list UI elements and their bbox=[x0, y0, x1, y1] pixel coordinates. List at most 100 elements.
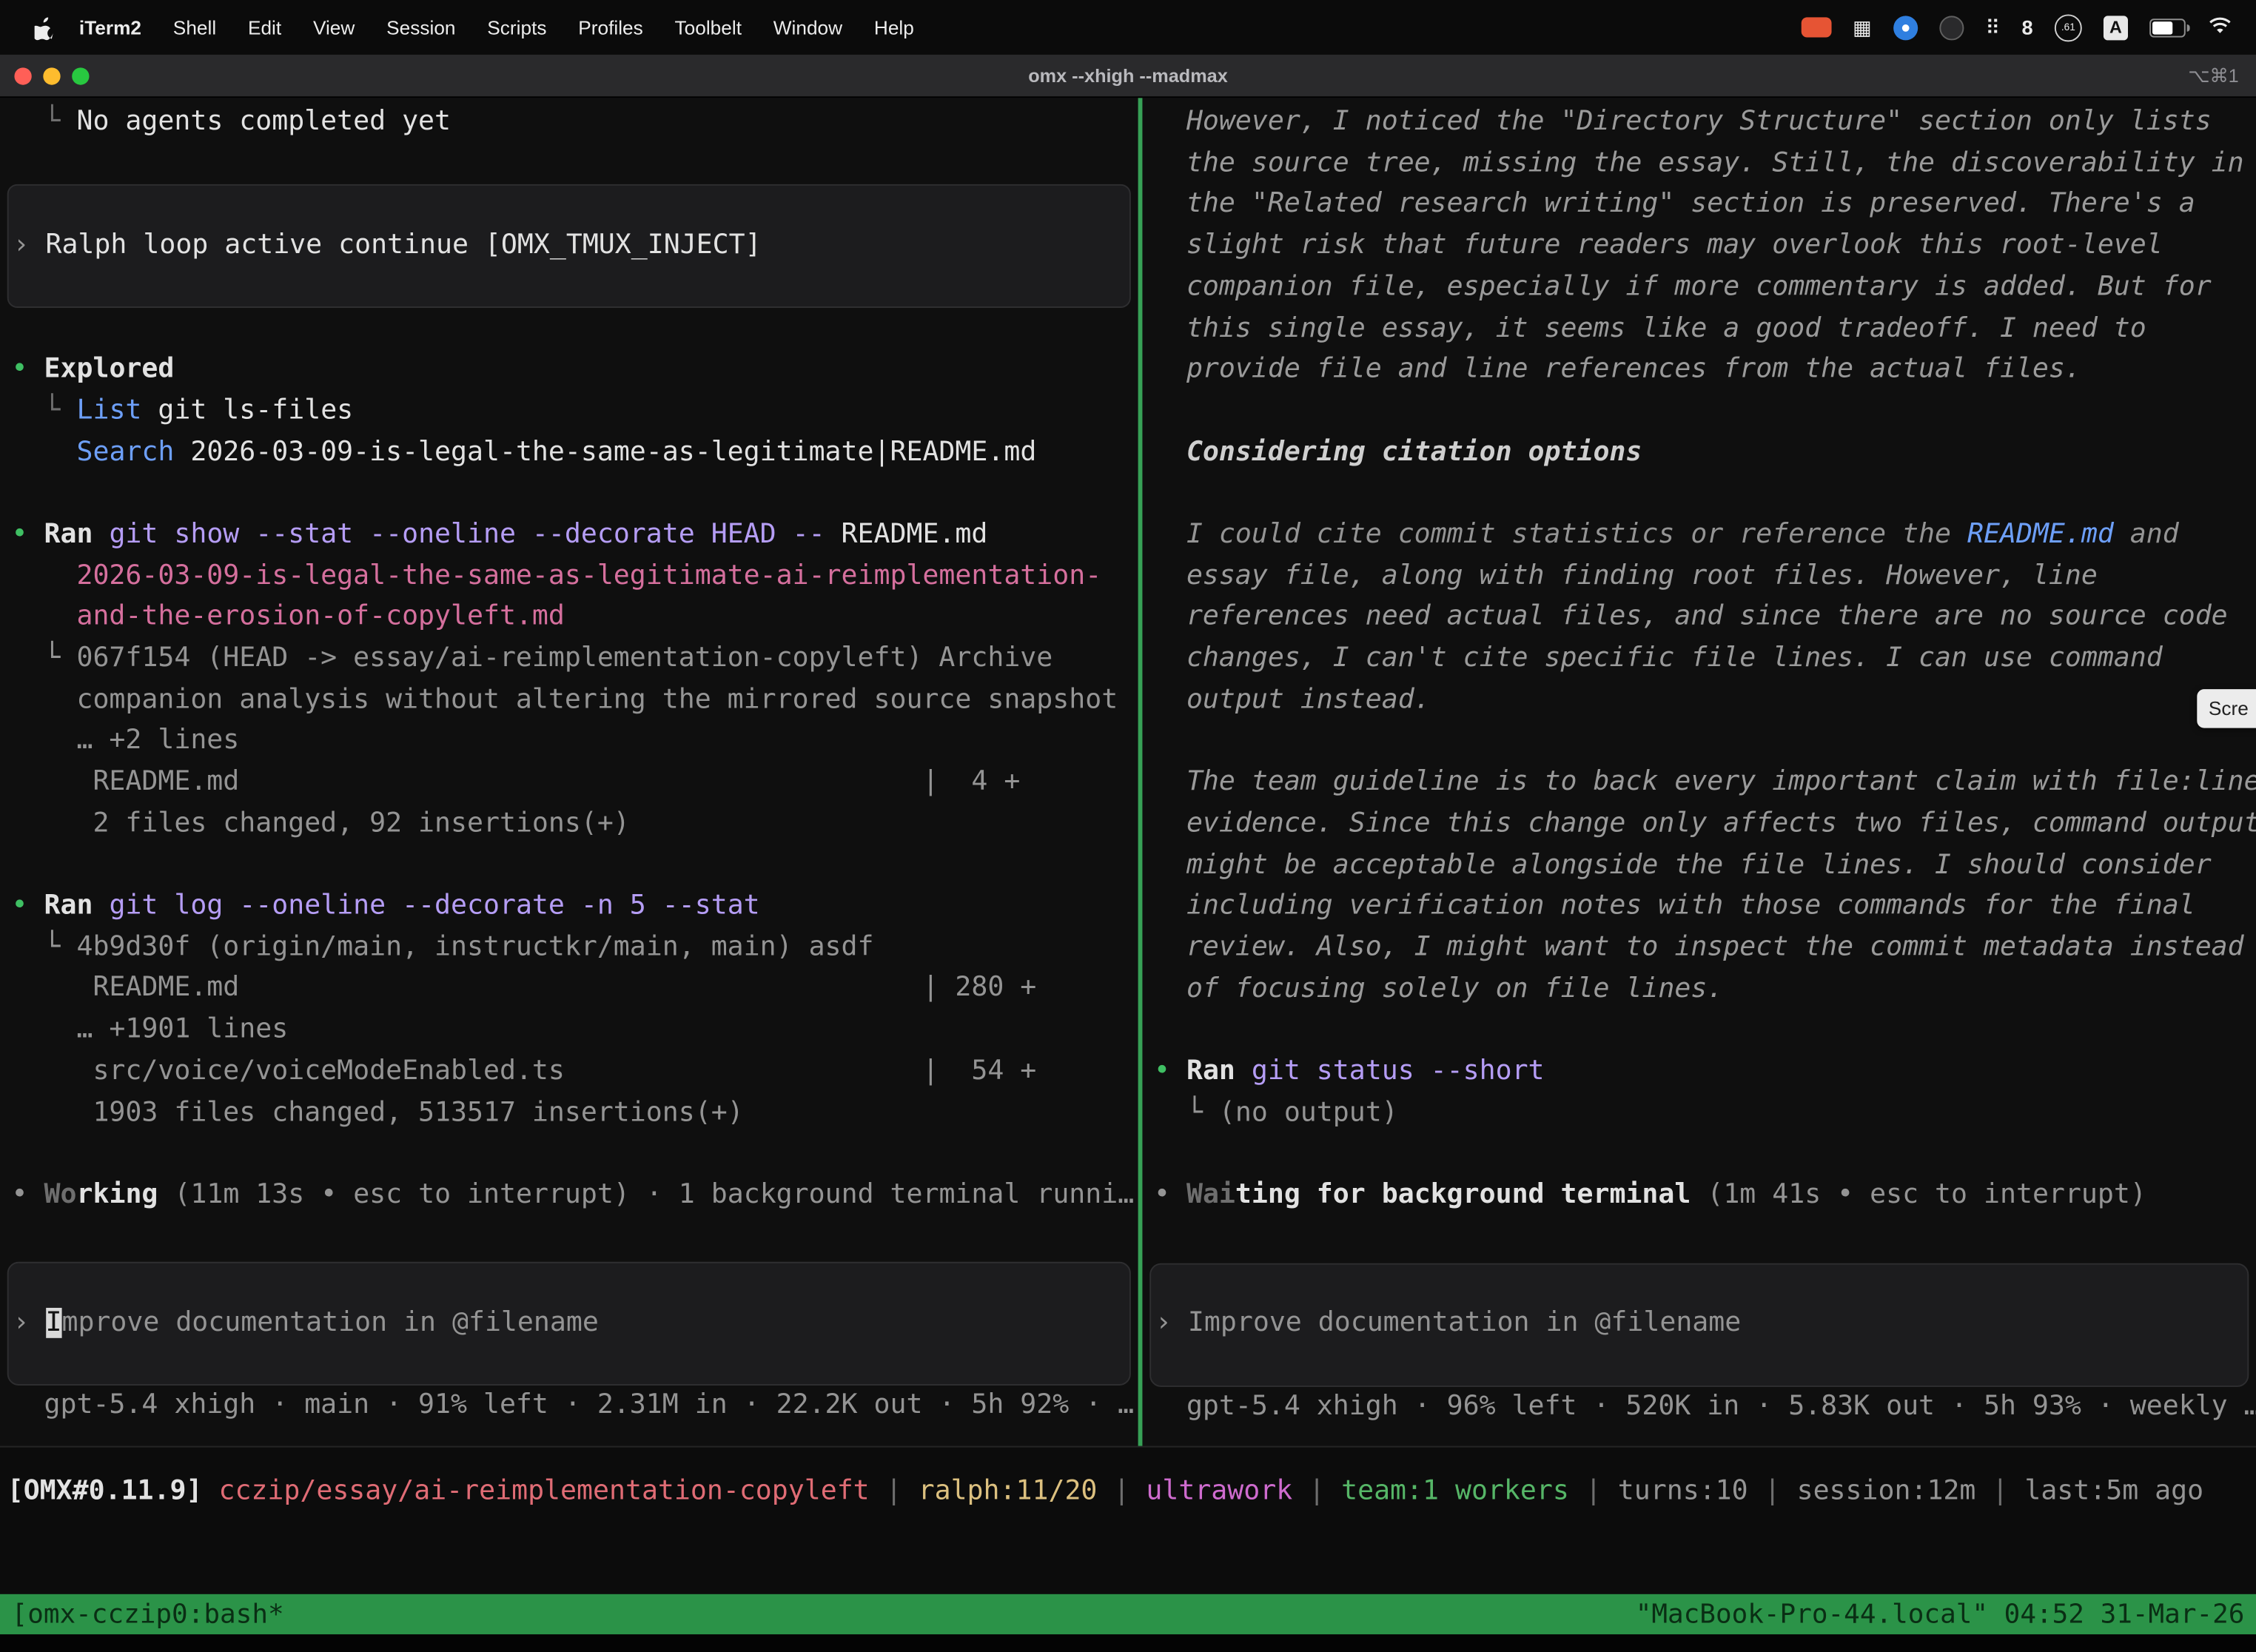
explored-header-line: • Explored bbox=[0, 350, 1138, 392]
dots-grid-icon[interactable]: ⠿ bbox=[1985, 15, 2000, 39]
eight-app-icon[interactable]: 8 bbox=[2022, 16, 2033, 38]
working-word: rking bbox=[77, 1180, 158, 1210]
dark-app-icon[interactable] bbox=[1939, 15, 1964, 39]
working-status-line: • Working (11m 13s • esc to interrupt) ·… bbox=[0, 1175, 1138, 1217]
tree-branch-glyph: └ bbox=[12, 107, 77, 137]
session-status-line: gpt-5.4 xhigh · 96% left · 520K in · 5.8… bbox=[1142, 1386, 2256, 1428]
separator: | bbox=[1569, 1476, 1618, 1506]
ran-verb: Ran bbox=[1186, 1056, 1235, 1087]
menu-item-shell[interactable]: Shell bbox=[157, 16, 232, 38]
separator: | bbox=[870, 1476, 919, 1506]
prompt-chevron: › bbox=[13, 230, 45, 261]
menu-item-edit[interactable]: Edit bbox=[232, 16, 298, 38]
prompt-chevron: › bbox=[1155, 1308, 1188, 1338]
traffic-lights bbox=[14, 67, 89, 84]
screen-recording-indicator-icon[interactable] bbox=[1801, 17, 1831, 37]
ralph-loop-panel: › Ralph loop active continue [OMX_TMUX_I… bbox=[7, 185, 1131, 309]
spacer bbox=[0, 474, 1138, 515]
battery-percent-widget-icon[interactable]: .61 bbox=[2055, 13, 2082, 41]
tmux-host-clock: "MacBook-Pro-44.local" 04:52 31-Mar-26 bbox=[1636, 1599, 2245, 1630]
input-source-icon[interactable]: A bbox=[2104, 15, 2128, 39]
spacer bbox=[1142, 722, 2256, 763]
reasoning-paragraph-2-line-1: I could cite commit statistics or refere… bbox=[1142, 515, 2256, 557]
prompt-input-left[interactable]: › Improve documentation in @filename bbox=[7, 1262, 1131, 1386]
close-button[interactable] bbox=[14, 67, 31, 84]
blue-app-icon[interactable] bbox=[1893, 15, 1918, 39]
reasoning-paragraph-2-rest: essay file, along with finding root file… bbox=[1142, 557, 2256, 722]
reasoning-paragraph-3: The team guideline is to back every impo… bbox=[1142, 763, 2256, 1011]
macos-menubar: iTerm2 Shell Edit View Session Scripts P… bbox=[0, 0, 2256, 55]
waiting-word-dim: Wai bbox=[1186, 1180, 1235, 1210]
menu-item-help[interactable]: Help bbox=[858, 16, 930, 38]
indent bbox=[12, 437, 77, 467]
window-titlebar: omx --xhigh --madmax ⌥⌘1 bbox=[0, 55, 2256, 98]
waiting-detail: (1m 41s • esc to interrupt) bbox=[1691, 1180, 2146, 1210]
terminal-pane-right[interactable]: However, I noticed the "Directory Struct… bbox=[1142, 98, 2256, 1446]
terminal-pane-left[interactable]: └ No agents completed yet › Ralph loop a… bbox=[0, 98, 1138, 1446]
prompt-input-right[interactable]: › Improve documentation in @filename bbox=[1149, 1263, 2249, 1386]
diffstat-line: src/voice/voiceModeEnabled.ts | 54 + bbox=[0, 1052, 1138, 1093]
menubar-status-icons: ▦ ⠿ 8 .61 A bbox=[1801, 13, 2256, 41]
reasoning-heading: Considering citation options bbox=[1142, 432, 2256, 474]
menu-item-window[interactable]: Window bbox=[757, 16, 858, 38]
zoom-button[interactable] bbox=[72, 67, 89, 84]
screen-share-overlay-button[interactable]: Scre bbox=[2197, 689, 2256, 728]
screen: iTerm2 Shell Edit View Session Scripts P… bbox=[0, 0, 2256, 1652]
menu-item-scripts[interactable]: Scripts bbox=[471, 16, 563, 38]
menu-item-view[interactable]: View bbox=[298, 16, 371, 38]
readme-file-reference: README.md bbox=[1967, 520, 2114, 550]
search-line: Search 2026-03-09-is-legal-the-same-as-l… bbox=[0, 432, 1138, 474]
reasoning-paragraph-1: However, I noticed the "Directory Struct… bbox=[1142, 102, 2256, 392]
diffstat-line: README.md | 280 + bbox=[0, 969, 1138, 1010]
tree-branch-glyph: └ bbox=[12, 395, 77, 426]
input-placeholder: Improve documentation in @filename bbox=[1188, 1308, 1741, 1338]
tool-args: git ls-files bbox=[141, 395, 353, 426]
waiting-status-line: • Waiting for background terminal (1m 41… bbox=[1142, 1175, 2256, 1217]
ultrawork-mode-badge: ultrawork bbox=[1146, 1476, 1292, 1506]
tool-args: 2026-03-09-is-legal-the-same-as-legitima… bbox=[174, 437, 1036, 467]
prompt-input-line: › Improve documentation in @filename bbox=[9, 1303, 599, 1345]
essay-filename-line-2: and-the-erosion-of-copyleft.md bbox=[0, 597, 1138, 639]
menu-item-session[interactable]: Session bbox=[371, 16, 471, 38]
tool-verb-list: List bbox=[76, 395, 141, 426]
menubar-left: iTerm2 Shell Edit View Session Scripts P… bbox=[0, 15, 930, 39]
menu-item-iterm2[interactable]: iTerm2 bbox=[64, 16, 158, 38]
command-text: git status --short bbox=[1235, 1056, 1545, 1087]
bullet-icon: • bbox=[12, 354, 44, 384]
minimize-button[interactable] bbox=[43, 67, 60, 84]
ralph-loop-text: Ralph loop active continue [OMX_TMUX_INJ… bbox=[45, 230, 761, 261]
ran-verb: Ran bbox=[44, 520, 93, 550]
spacer bbox=[0, 1134, 1138, 1175]
menu-item-toolbelt[interactable]: Toolbelt bbox=[659, 16, 757, 38]
grid-icon[interactable]: ▦ bbox=[1853, 15, 1872, 39]
command-arg: README.md bbox=[825, 520, 988, 550]
more-lines-indicator: … +1901 lines bbox=[0, 1010, 1138, 1052]
wifi-icon[interactable] bbox=[2207, 16, 2233, 38]
battery-icon[interactable] bbox=[2149, 18, 2186, 36]
waiting-word: ting for background terminal bbox=[1235, 1180, 1691, 1210]
spacer bbox=[0, 845, 1138, 887]
ran-git-status-line: • Ran git status --short bbox=[1142, 1052, 2256, 1093]
commit-output-line: └ 4b9d30f (origin/main, instructkr/main,… bbox=[0, 927, 1138, 969]
working-word-dim: Wo bbox=[44, 1180, 77, 1210]
spacer bbox=[0, 144, 1138, 185]
spacer bbox=[1142, 1135, 2256, 1176]
screen-share-overlay-label: Scre bbox=[2209, 698, 2249, 719]
working-detail: (11m 13s • esc to interrupt) · 1 backgro… bbox=[158, 1180, 1134, 1210]
menu-item-profiles[interactable]: Profiles bbox=[563, 16, 659, 38]
agents-status-text: No agents completed yet bbox=[76, 107, 451, 137]
prompt-input-line: › Improve documentation in @filename bbox=[1151, 1304, 1741, 1346]
spacer bbox=[1142, 1010, 2256, 1052]
essay-filename-line-1: 2026-03-09-is-legal-the-same-as-legitima… bbox=[0, 556, 1138, 597]
window-title: omx --xhigh --madmax bbox=[0, 64, 2256, 86]
commit-output-line: └ 067f154 (HEAD -> essay/ai-reimplementa… bbox=[0, 639, 1138, 680]
omx-version-badge: [OMX#0.11.9] bbox=[7, 1476, 203, 1506]
git-ls-files-line: └ List git ls-files bbox=[0, 391, 1138, 432]
tmux-status-bar: [omx-cczip0:bash* "MacBook-Pro-44.local"… bbox=[0, 1594, 2256, 1634]
apple-menu-icon[interactable] bbox=[35, 15, 55, 39]
explored-title: Explored bbox=[44, 354, 175, 384]
separator: | bbox=[1748, 1476, 1797, 1506]
bullet-icon: • bbox=[1154, 1056, 1186, 1087]
separator: | bbox=[1292, 1476, 1341, 1506]
battery-percent-label: .61 bbox=[2061, 22, 2075, 33]
